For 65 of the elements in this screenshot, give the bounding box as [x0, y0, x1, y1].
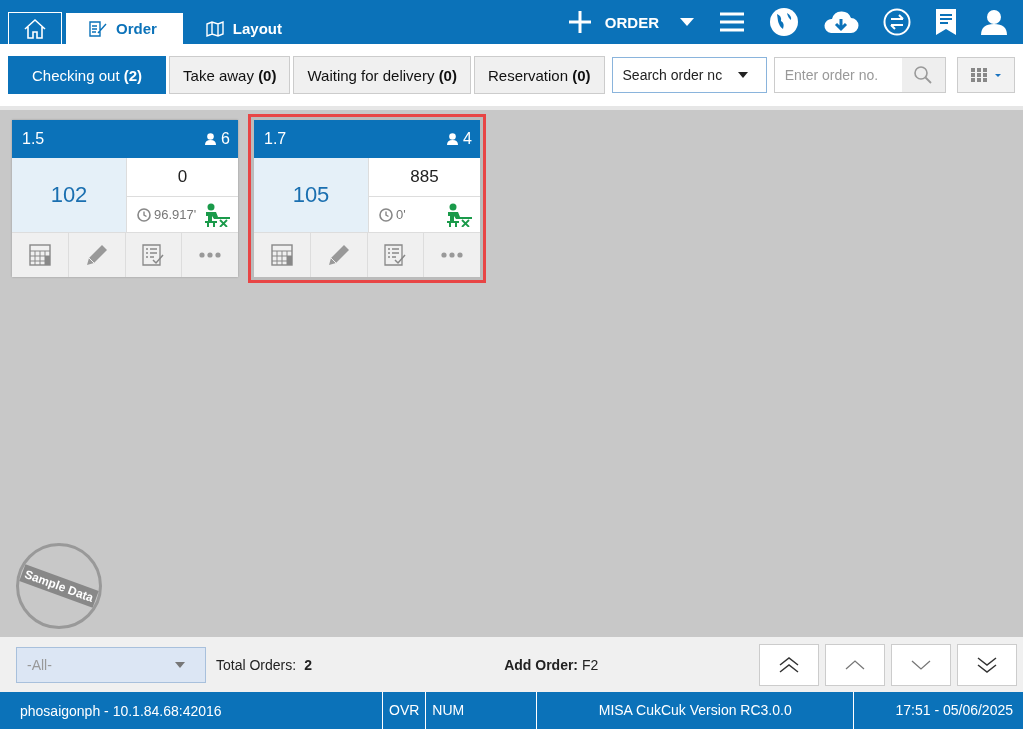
- grid-icon: [970, 68, 1001, 82]
- num-lock-indicator: NUM: [425, 692, 471, 729]
- table-grid-icon: [28, 244, 51, 266]
- navigation-tab[interactable]: Order: [66, 13, 183, 44]
- caret-icon: [737, 72, 748, 78]
- order-amount: 0: [127, 158, 238, 197]
- next-page-button[interactable]: [891, 643, 951, 686]
- navigation-tab[interactable]: Layout: [182, 13, 309, 44]
- seated-person-icon: [444, 202, 474, 227]
- seated-person-icon: [202, 202, 232, 227]
- new-order-button[interactable]: ORDER: [562, 10, 665, 34]
- view-mode-button[interactable]: [956, 57, 1015, 93]
- person-icon: [205, 133, 217, 145]
- first-page-button[interactable]: [759, 643, 819, 686]
- overwrite-indicator: OVR: [382, 692, 426, 729]
- guest-count: 4: [463, 130, 472, 148]
- table-number: 1.5: [22, 130, 46, 148]
- add-order-hint: Add Order: F2: [504, 656, 600, 673]
- filter-tab[interactable]: Waiting for delivery (0): [293, 56, 471, 94]
- pencil-icon: [84, 243, 109, 267]
- version-text: MISA CukCuk Version RC3.0.0: [536, 692, 854, 729]
- house-icon: [23, 17, 47, 40]
- plus-icon: [568, 11, 591, 33]
- pencil-icon: [326, 243, 351, 267]
- order-number: 105: [254, 158, 368, 232]
- clock-icon: [137, 207, 151, 222]
- person-icon: [447, 133, 459, 145]
- checklist-icon: [384, 244, 407, 266]
- chevron-down-icon: [910, 658, 932, 671]
- sync-arrows-icon[interactable]: [883, 8, 911, 36]
- cloud-download-icon[interactable]: [823, 9, 859, 35]
- caret-icon: [175, 661, 185, 668]
- user-icon[interactable]: [981, 9, 1007, 35]
- previous-page-button[interactable]: [825, 643, 885, 686]
- order-number: 102: [12, 158, 126, 232]
- total-orders-value: 2: [304, 656, 313, 673]
- clock-icon: [379, 207, 393, 222]
- elapsed-time: 0': [396, 207, 407, 222]
- note-pencil-icon: [88, 19, 108, 38]
- menu-icon[interactable]: [719, 11, 745, 33]
- filter-tab[interactable]: Take away (0): [169, 56, 291, 94]
- dropdown-caret-icon[interactable]: [679, 17, 695, 27]
- order-card[interactable]: 1.5 6 102 0 96.917': [12, 120, 238, 277]
- order-amount: 885: [369, 158, 480, 197]
- guest-count: 6: [221, 130, 230, 148]
- order-card[interactable]: 1.7 4 105 885 0': [248, 114, 486, 283]
- double-chevron-up-icon: [778, 655, 800, 674]
- date-time: 17:51 - 05/06/2025: [853, 692, 1023, 729]
- last-page-button[interactable]: [957, 643, 1017, 686]
- map-icon: [204, 19, 225, 38]
- more-icon: [441, 252, 464, 258]
- server-address: phosaigonph - 10.1.84.68:42016: [19, 702, 223, 719]
- chevron-up-icon: [844, 658, 866, 671]
- total-orders-label: Total Orders:: [216, 656, 297, 673]
- search-type-dropdown[interactable]: Search order nc: [611, 57, 767, 93]
- table-grid-icon: [270, 244, 293, 266]
- more-icon: [199, 252, 222, 258]
- globe-icon[interactable]: [769, 7, 799, 37]
- double-chevron-down-icon: [976, 655, 998, 674]
- filter-tab[interactable]: Checking out (2): [8, 56, 167, 94]
- elapsed-time: 96.917': [154, 207, 198, 222]
- filter-tab[interactable]: Reservation (0): [473, 56, 605, 94]
- checklist-icon: [142, 244, 165, 266]
- receipt-icon[interactable]: [935, 8, 957, 36]
- table-number: 1.7: [264, 130, 288, 148]
